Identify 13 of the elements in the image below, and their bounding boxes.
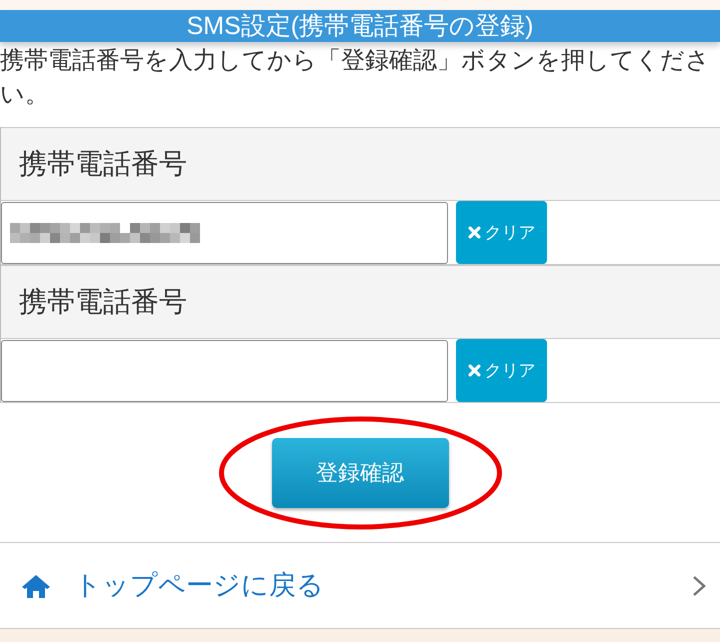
close-icon bbox=[468, 364, 480, 377]
home-icon bbox=[20, 572, 52, 598]
instruction-text: 携帯電話番号を入力してから「登録確認」ボタンを押してください。 bbox=[0, 46, 711, 110]
phone-input-field[interactable] bbox=[1, 202, 448, 264]
page-header: SMS設定(携帯電話番号の登録) bbox=[0, 10, 720, 42]
clear-button[interactable]: クリア bbox=[456, 339, 547, 402]
phone-input-field[interactable] bbox=[1, 340, 448, 402]
clear-button[interactable]: クリア bbox=[456, 201, 547, 264]
chevron-right-icon bbox=[692, 574, 706, 596]
register-confirm-button[interactable]: 登録確認 bbox=[272, 438, 448, 508]
field-label: 携帯電話番号 bbox=[19, 147, 187, 181]
field-label: 携帯電話番号 bbox=[19, 285, 187, 319]
close-icon bbox=[468, 226, 480, 239]
